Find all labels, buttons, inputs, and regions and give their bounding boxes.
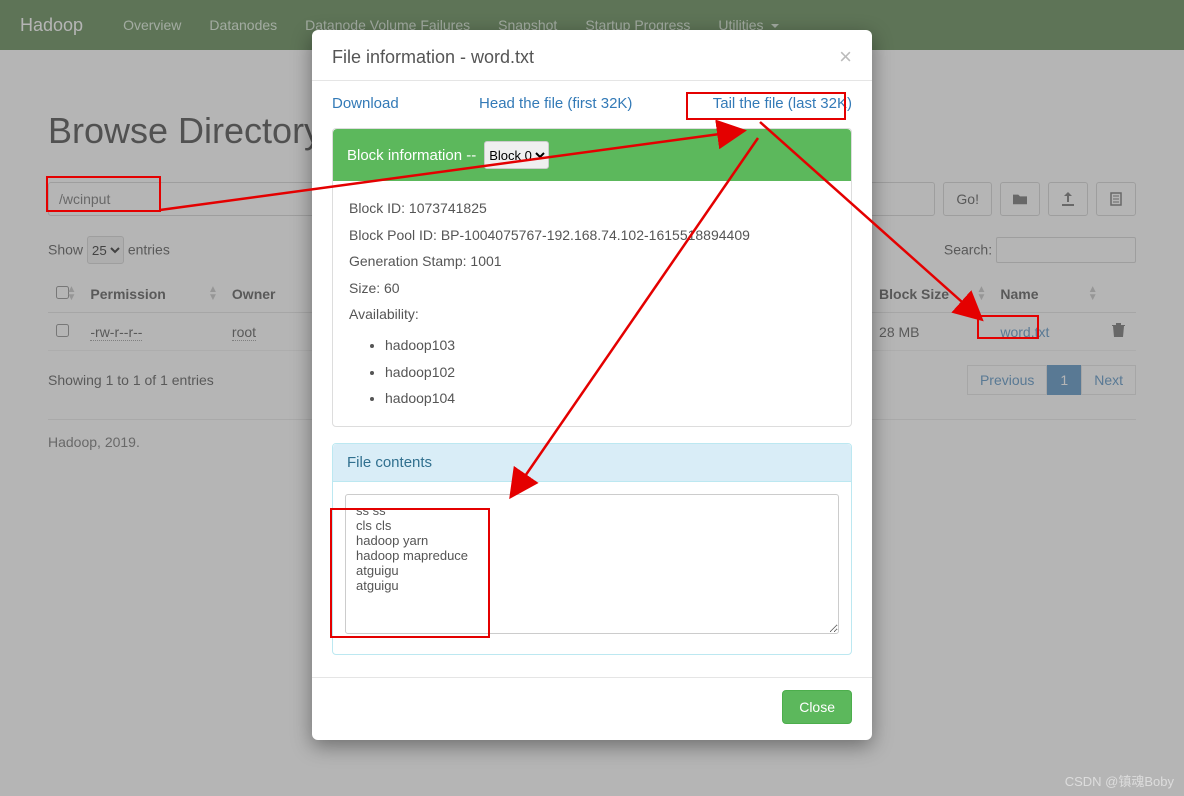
file-contents-heading: File contents — [333, 444, 851, 482]
watermark: CSDN @镇魂Boby — [1065, 771, 1174, 790]
genstamp-label: Generation Stamp: — [349, 253, 467, 269]
availability-item: hadoop102 — [385, 359, 835, 386]
size-value: 60 — [384, 280, 400, 296]
block-info-panel: Block information -- Block 0 Block ID: 1… — [332, 128, 852, 427]
availability-item: hadoop103 — [385, 332, 835, 359]
pool-id-label: Block Pool ID: — [349, 227, 437, 243]
head-file-link[interactable]: Head the file (first 32K) — [479, 95, 632, 112]
block-id-label: Block ID: — [349, 200, 405, 216]
genstamp-value: 1001 — [470, 253, 501, 269]
availability-item: hadoop104 — [385, 385, 835, 412]
block-info-label: Block information -- — [347, 147, 476, 164]
size-label: Size: — [349, 280, 380, 296]
availability-list: hadoop103 hadoop102 hadoop104 — [385, 332, 835, 412]
file-contents-panel: File contents ss ss cls cls hadoop yarn … — [332, 443, 852, 656]
close-icon: × — [839, 44, 852, 69]
file-info-modal: File information - word.txt × Download H… — [312, 30, 872, 740]
block-id-value: 1073741825 — [409, 200, 487, 216]
modal-title: File information - word.txt — [332, 47, 534, 68]
close-button[interactable]: Close — [782, 690, 852, 724]
block-select[interactable]: Block 0 — [484, 141, 549, 169]
file-contents-textarea[interactable]: ss ss cls cls hadoop yarn hadoop mapredu… — [345, 494, 839, 634]
pool-id-value: BP-1004075767-192.168.74.102-16155188944… — [441, 227, 750, 243]
download-link[interactable]: Download — [332, 95, 399, 112]
tail-file-link[interactable]: Tail the file (last 32K) — [713, 95, 852, 112]
availability-label: Availability: — [349, 301, 835, 328]
modal-close-button[interactable]: × — [839, 46, 852, 68]
